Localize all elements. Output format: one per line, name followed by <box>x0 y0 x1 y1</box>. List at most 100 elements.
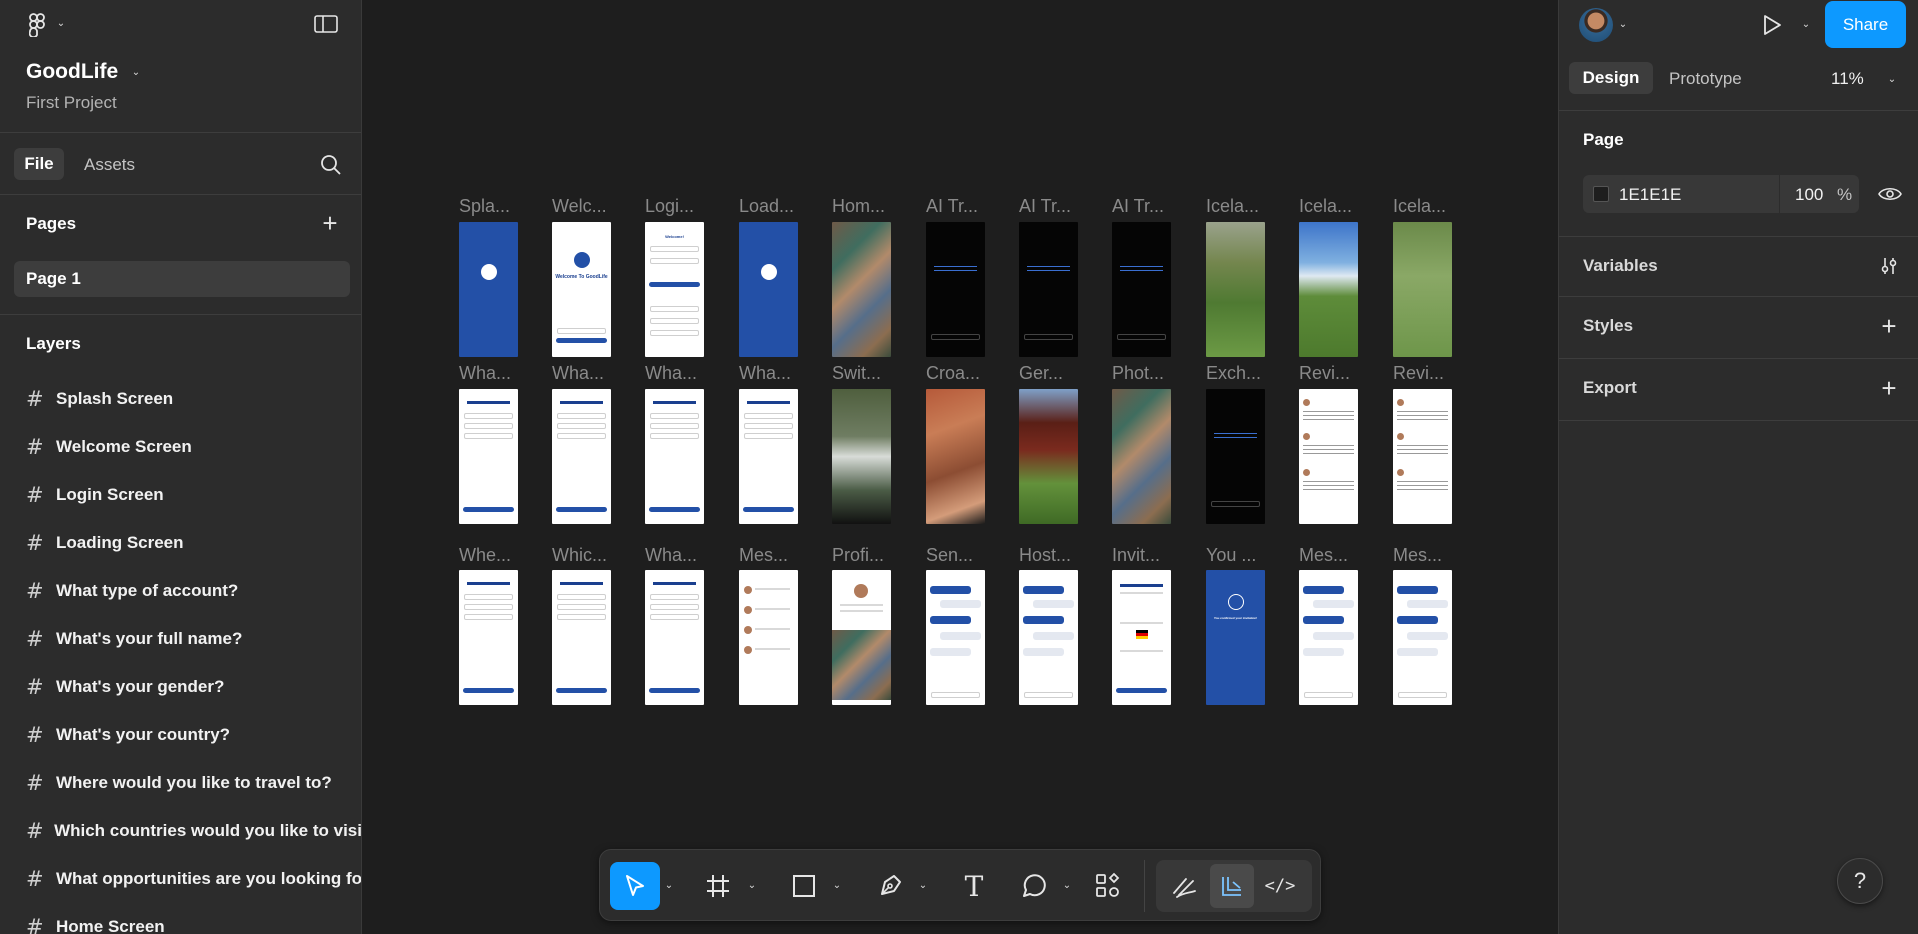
shape-tool-chevron-icon[interactable]: ⌄ <box>830 878 844 892</box>
variables-settings-icon[interactable] <box>1877 254 1901 278</box>
frame-label[interactable]: Exch... <box>1206 363 1261 384</box>
frame-thumbnail[interactable] <box>739 389 798 524</box>
background-opacity[interactable]: 100 <box>1795 185 1823 205</box>
add-style-icon[interactable]: + <box>1877 311 1901 341</box>
move-tool-icon[interactable] <box>610 862 660 910</box>
frame-label[interactable]: Revi... <box>1299 363 1350 384</box>
avatar-chevron-icon[interactable]: ⌄ <box>1616 17 1630 31</box>
layer-item[interactable]: # What opportunities are you looking fo <box>0 855 361 903</box>
layer-item[interactable]: # Where would you like to travel to? <box>0 759 361 807</box>
frame-label[interactable]: Hom... <box>832 196 885 217</box>
variables-heading[interactable]: Variables <box>1583 256 1658 276</box>
layer-item[interactable]: # Login Screen <box>0 471 361 519</box>
frame-label[interactable]: Wha... <box>645 363 697 384</box>
frame-label[interactable]: Wha... <box>552 363 604 384</box>
tab-prototype[interactable]: Prototype <box>1669 69 1742 89</box>
frame-thumbnail[interactable] <box>1019 570 1078 705</box>
main-menu-chevron-icon[interactable]: ⌄ <box>54 16 68 30</box>
layer-item[interactable]: # What's your full name? <box>0 615 361 663</box>
frame-thumbnail[interactable] <box>1393 570 1452 705</box>
user-avatar[interactable] <box>1579 8 1613 42</box>
frame-thumbnail[interactable] <box>645 389 704 524</box>
present-chevron-icon[interactable]: ⌄ <box>1799 17 1813 31</box>
export-heading[interactable]: Export <box>1583 378 1637 398</box>
share-button[interactable]: Share <box>1825 1 1906 48</box>
project-name[interactable]: First Project <box>26 93 117 113</box>
frame-label[interactable]: Revi... <box>1393 363 1444 384</box>
frame-thumbnail[interactable] <box>926 222 985 357</box>
layer-item[interactable]: # What type of account? <box>0 567 361 615</box>
layer-item[interactable]: # Welcome Screen <box>0 423 361 471</box>
frame-thumbnail[interactable] <box>459 389 518 524</box>
sidebar-toggle-icon[interactable] <box>314 14 338 34</box>
frame-thumbnail[interactable] <box>1299 570 1358 705</box>
frame-thumbnail[interactable] <box>739 570 798 705</box>
tab-assets[interactable]: Assets <box>84 155 135 175</box>
pen-tool-chevron-icon[interactable]: ⌄ <box>916 878 930 892</box>
canvas[interactable]: Spla... Welc... Welcome To GoodLife Logi...… <box>363 0 1558 934</box>
frame-thumbnail[interactable] <box>1112 222 1171 357</box>
frame-label[interactable]: Sen... <box>926 545 973 566</box>
frame-thumbnail[interactable] <box>1112 570 1171 705</box>
zoom-level[interactable]: 11% <box>1831 69 1864 89</box>
frame-label[interactable]: Profi... <box>832 545 884 566</box>
frame-label[interactable]: Swit... <box>832 363 881 384</box>
dev-mode-icon[interactable]: </> <box>1258 864 1302 908</box>
add-page-icon[interactable]: + <box>318 208 342 238</box>
layer-item[interactable]: # Home Screen <box>0 903 361 934</box>
frame-thumbnail[interactable] <box>1019 222 1078 357</box>
frame-thumbnail[interactable] <box>832 389 891 524</box>
styles-heading[interactable]: Styles <box>1583 316 1633 336</box>
frame-label[interactable]: You ... <box>1206 545 1256 566</box>
move-tool-chevron-icon[interactable]: ⌄ <box>662 878 676 892</box>
layer-item[interactable]: # Splash Screen <box>0 375 361 423</box>
frame-label[interactable]: Invit... <box>1112 545 1160 566</box>
actions-tool-icon[interactable] <box>1086 864 1130 908</box>
frame-thumbnail[interactable] <box>832 570 891 705</box>
draw-mode-icon[interactable] <box>1162 864 1206 908</box>
frame-tool-icon[interactable] <box>696 864 740 908</box>
frame-label[interactable]: Wha... <box>459 363 511 384</box>
layer-item[interactable]: # What's your gender? <box>0 663 361 711</box>
frame-thumbnail[interactable] <box>832 222 891 357</box>
frame-thumbnail[interactable] <box>739 222 798 357</box>
frame-thumbnail[interactable] <box>1393 222 1452 357</box>
visibility-eye-icon[interactable] <box>1877 182 1903 206</box>
frame-thumbnail[interactable] <box>926 570 985 705</box>
layer-item[interactable]: # What's your country? <box>0 711 361 759</box>
text-tool-icon[interactable]: T <box>952 864 996 908</box>
frame-thumbnail[interactable] <box>552 389 611 524</box>
layer-item[interactable]: # Which countries would you like to visi <box>0 807 361 855</box>
frame-label[interactable]: Croa... <box>926 363 980 384</box>
frame-label[interactable]: AI Tr... <box>926 196 978 217</box>
pen-tool-icon[interactable] <box>868 864 912 908</box>
comment-tool-icon[interactable] <box>1012 864 1056 908</box>
frame-thumbnail[interactable] <box>645 570 704 705</box>
frame-label[interactable]: Host... <box>1019 545 1071 566</box>
frame-thumbnail[interactable]: You confirmed your invitation! <box>1206 570 1265 705</box>
page-background-field[interactable]: 1E1E1E 100 % <box>1583 175 1859 213</box>
frame-label[interactable]: AI Tr... <box>1019 196 1071 217</box>
frame-thumbnail[interactable] <box>1206 389 1265 524</box>
frame-thumbnail[interactable] <box>1112 389 1171 524</box>
frame-thumbnail[interactable]: Welcome To GoodLife <box>552 222 611 357</box>
frame-label[interactable]: Phot... <box>1112 363 1164 384</box>
tab-file[interactable]: File <box>14 148 64 180</box>
page-item-page-1[interactable]: Page 1 <box>14 261 350 297</box>
frame-label[interactable]: Wha... <box>739 363 791 384</box>
help-button[interactable]: ? <box>1837 858 1883 904</box>
comment-tool-chevron-icon[interactable]: ⌄ <box>1060 878 1074 892</box>
frame-label[interactable]: Icela... <box>1393 196 1446 217</box>
frame-thumbnail[interactable] <box>1393 389 1452 524</box>
frame-thumbnail[interactable] <box>459 570 518 705</box>
file-menu-chevron-icon[interactable]: ⌄ <box>128 64 144 80</box>
frame-label[interactable]: Mes... <box>1393 545 1442 566</box>
frame-thumbnail[interactable] <box>1299 222 1358 357</box>
layer-item[interactable]: # Loading Screen <box>0 519 361 567</box>
frame-label[interactable]: Mes... <box>1299 545 1348 566</box>
add-export-icon[interactable]: + <box>1877 373 1901 403</box>
frame-thumbnail[interactable] <box>1299 389 1358 524</box>
frame-thumbnail[interactable] <box>1019 389 1078 524</box>
frame-label[interactable]: Icela... <box>1206 196 1259 217</box>
background-color-hex[interactable]: 1E1E1E <box>1619 185 1681 205</box>
